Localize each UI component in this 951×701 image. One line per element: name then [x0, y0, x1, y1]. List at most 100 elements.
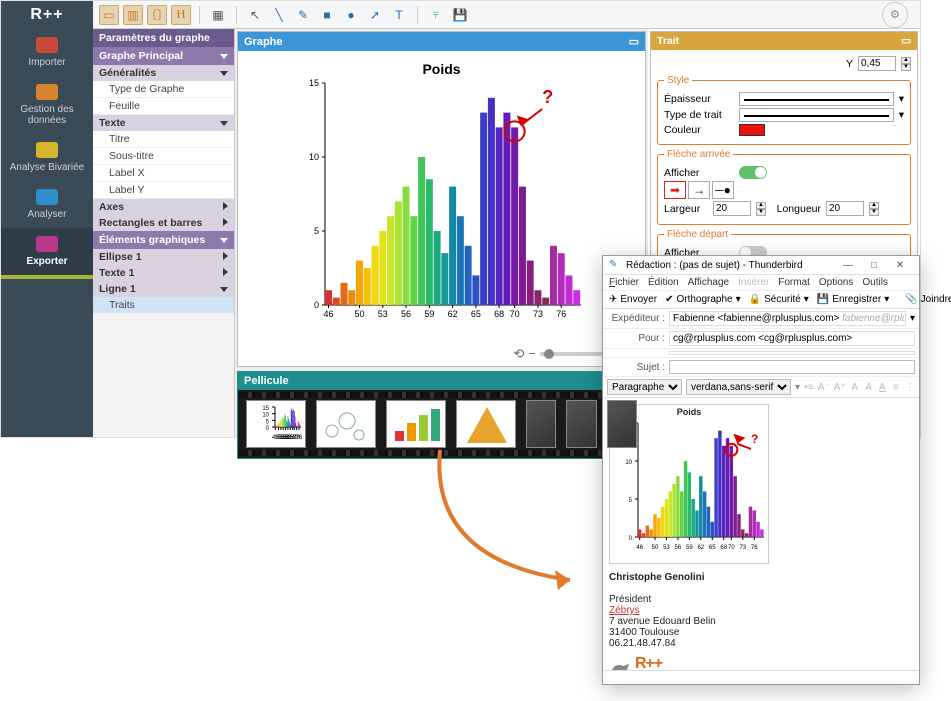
nav-exporter[interactable]: Exporter — [1, 228, 93, 275]
tool-line-icon[interactable]: ╲ — [269, 5, 289, 25]
tool-pointer-icon[interactable]: ↖ — [245, 5, 265, 25]
leaf-titre[interactable]: Titre — [93, 131, 234, 148]
sub-axes[interactable]: Axes — [93, 199, 234, 215]
toggle-afficher-arrivee[interactable] — [739, 166, 767, 179]
arrow-style-filled[interactable]: ➡ — [664, 181, 686, 199]
left-nav: Importer Gestion des données Analyse Biv… — [1, 29, 93, 437]
leaf-traits[interactable]: Traits — [93, 297, 234, 314]
menu-options[interactable]: Options — [819, 277, 853, 288]
sub-texte[interactable]: Texte — [93, 115, 234, 131]
nav-analyse-bivariee[interactable]: Analyse Bivariée — [1, 134, 93, 181]
expediteur-select[interactable]: Fabienne <fabienne@rplusplus.com> fabien… — [669, 311, 906, 326]
tool-pencil-icon[interactable]: ✎ — [293, 5, 313, 25]
tool-brackets-icon[interactable]: 〔〕 — [147, 5, 167, 25]
thumbnail-4[interactable] — [456, 400, 516, 448]
sub-ligne1[interactable]: Ligne 1 — [93, 281, 234, 297]
sec-elements-graphiques[interactable]: Éléments graphiques — [93, 231, 234, 249]
menu-outils[interactable]: Outils — [862, 277, 888, 288]
pour-input-extra[interactable] — [669, 351, 915, 355]
menu-format[interactable]: Format — [778, 277, 810, 288]
thickness-selector[interactable] — [739, 92, 894, 106]
bold-icon[interactable]: A — [850, 382, 860, 393]
tool-text-icon[interactable]: T — [389, 5, 409, 25]
arrow-style-open[interactable]: → — [688, 181, 710, 199]
chart-title: Poids — [297, 61, 587, 77]
tool-barcode-icon[interactable]: ▥ — [123, 5, 143, 25]
leaf-sous-titre[interactable]: Sous-titre — [93, 148, 234, 165]
menu-fichier[interactable]: Fichier — [609, 277, 639, 288]
dropdown-icon[interactable]: ▾ — [910, 313, 915, 324]
y-input[interactable]: 0,45 — [858, 56, 896, 71]
tool-square-fill-icon[interactable]: ■ — [317, 5, 337, 25]
thumbnail-1[interactable]: 0510154650535659626568707376 — [246, 400, 306, 448]
sub-generalites[interactable]: Généralités — [93, 65, 234, 81]
linetype-selector[interactable] — [739, 108, 894, 122]
security-button[interactable]: 🔒 Sécurité ▾ — [749, 294, 809, 305]
thumbnail-2[interactable] — [316, 400, 376, 448]
zoom-out-icon[interactable]: − — [528, 346, 536, 361]
menu-affichage[interactable]: Affichage — [688, 277, 730, 288]
leaf-label-y[interactable]: Label Y — [93, 182, 234, 199]
save-button[interactable]: 💾 Enregistrer ▾ — [817, 294, 889, 305]
thumbnail-3[interactable] — [386, 400, 446, 448]
sec-graphe-principal[interactable]: Graphe Principal — [93, 47, 234, 65]
tool-chart-icon[interactable]: ⫧ — [426, 5, 446, 25]
settings-gear-icon[interactable]: ⚙ — [882, 2, 908, 28]
font-select[interactable]: verdana,sans-serif — [686, 379, 791, 395]
color-swatch[interactable] — [739, 124, 765, 136]
attach-button[interactable]: 📎 Joindre ▾ — [905, 294, 951, 305]
spin-buttons[interactable]: ▲▼ — [756, 202, 766, 216]
font-smaller-icon[interactable]: A⁻ — [818, 382, 830, 393]
panel-collapse-icon[interactable]: ▭ — [901, 35, 911, 47]
sujet-input[interactable] — [669, 360, 915, 374]
paragraph-style-select[interactable]: Paragraphe — [607, 379, 682, 395]
main-chart[interactable]: Poids 0510154650535659626568707376? — [297, 61, 587, 331]
leaf-type-graphe[interactable]: Type de Graphe — [93, 81, 234, 98]
sub-ellipse1[interactable]: Ellipse 1 — [93, 249, 234, 265]
leaf-feuille[interactable]: Feuille — [93, 98, 234, 115]
chart-svg: 0510154650535659626568707376? — [297, 77, 587, 327]
tool-ellipse-fill-icon[interactable]: ● — [341, 5, 361, 25]
sub-rect-barres[interactable]: Rectangles et barres — [93, 215, 234, 231]
longueur-input[interactable]: 20 — [826, 201, 864, 216]
thumbnail-empty-3[interactable] — [607, 400, 637, 448]
italic-icon[interactable]: A — [864, 382, 874, 393]
pour-input[interactable]: cg@rplusplus.com <cg@rplusplus.com> — [669, 331, 915, 346]
maximize-button[interactable]: □ — [861, 260, 887, 271]
tool-grid-icon[interactable]: ▦ — [208, 5, 228, 25]
menu-edition[interactable]: Édition — [648, 277, 679, 288]
nav-analyser[interactable]: Analyser — [1, 181, 93, 228]
dropdown-icon[interactable]: ▾ — [899, 109, 904, 121]
menu-inserer[interactable]: Insérer — [738, 277, 769, 288]
largeur-input[interactable]: 20 — [713, 201, 751, 216]
font-larger-icon[interactable]: A⁺ — [834, 382, 846, 393]
more-icon[interactable]: ⋮ — [905, 382, 915, 393]
sub-texte1[interactable]: Texte 1 — [93, 265, 234, 281]
sig-addr2: 31400 Toulouse — [609, 627, 913, 638]
thumbnail-empty-2[interactable] — [566, 400, 596, 448]
thumbnail-empty-1[interactable] — [526, 400, 556, 448]
nav-gestion-donnees[interactable]: Gestion des données — [1, 76, 93, 134]
tool-save-icon[interactable]: 💾 — [450, 5, 470, 25]
spellcheck-button[interactable]: ✔ Orthographe ▾ — [665, 294, 741, 305]
bullet-list-icon[interactable]: •≡ — [804, 382, 814, 393]
send-button[interactable]: ✈ Envoyer — [609, 294, 657, 305]
arrow-style-dot[interactable]: ─● — [712, 181, 734, 199]
nav-importer[interactable]: Importer — [1, 29, 93, 76]
zoom-reset-icon[interactable]: ⟲ — [513, 346, 524, 362]
svg-text:0: 0 — [313, 300, 318, 310]
spin-buttons[interactable]: ▲▼ — [901, 57, 911, 71]
tool-arrow-icon[interactable]: ➚ — [365, 5, 385, 25]
underline-icon[interactable]: A — [877, 382, 887, 393]
dropdown-icon[interactable]: ▾ — [795, 382, 800, 393]
tool-bold-h-icon[interactable]: Ⲏ — [171, 5, 191, 25]
panel-collapse-icon[interactable]: ▭ — [629, 35, 639, 48]
minimize-button[interactable]: — — [835, 260, 861, 271]
tool-rect-orange-icon[interactable]: ▭ — [99, 5, 119, 25]
list-icon[interactable]: ≡ — [891, 382, 901, 393]
close-button[interactable]: ✕ — [887, 260, 913, 271]
leaf-label-x[interactable]: Label X — [93, 165, 234, 182]
message-body[interactable]: Poids 0510154650535659626568707376? Chri… — [603, 398, 919, 670]
dropdown-icon[interactable]: ▾ — [899, 93, 904, 105]
spin-buttons[interactable]: ▲▼ — [869, 202, 879, 216]
